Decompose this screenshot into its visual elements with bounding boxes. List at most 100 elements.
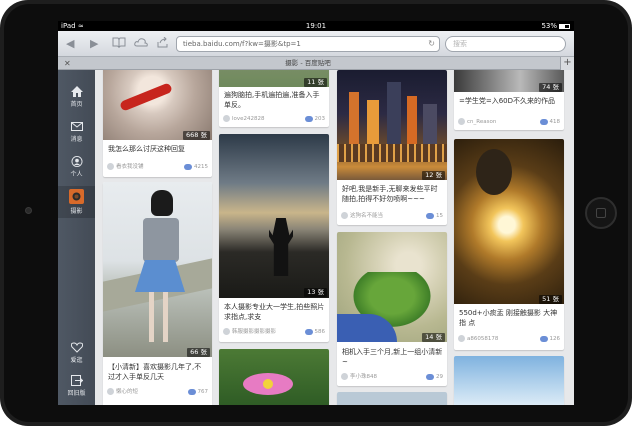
sidebar-item-messages[interactable]: 消息 [58, 121, 95, 143]
reply-count: 4215 [194, 164, 208, 170]
post-meta: 懒心的短 767 [107, 388, 208, 397]
share-icon[interactable] [156, 36, 169, 51]
clock: 19:01 [305, 22, 327, 30]
sidebar-item-label: 回旧版 [67, 390, 86, 397]
reply-icon [184, 163, 192, 170]
tab-title[interactable]: 摄影 - 百度贴吧 [58, 57, 558, 70]
reply-count: 203 [314, 116, 326, 122]
back-arrow-icon[interactable]: ◀ [66, 37, 74, 50]
bookmarks-icon[interactable] [112, 37, 126, 51]
sidebar-item-profile[interactable]: 个人 [58, 156, 95, 178]
post-photo [219, 349, 329, 405]
post-title: 550d+小痰盂 刚接触摄影 大神指 点 [459, 309, 558, 327]
photo-count-badge: 74 张 [539, 83, 562, 92]
sidebar-item-label: 爱逛 [70, 357, 83, 364]
post-card[interactable]: 12 张 好吧,我是新手,无聊来发些平时随拍,拍得不好勿喷啊~~~ 这狗名不能当… [337, 70, 447, 225]
post-card[interactable]: 51 张 550d+小痰盂 刚接触摄影 大神指 点 a86058178 126 [454, 139, 564, 350]
post-card[interactable] [454, 356, 564, 405]
post-meta: love242828 203 [223, 115, 325, 124]
reply-icon [539, 118, 548, 125]
post-meta: cn_Reason 418 [458, 118, 560, 127]
tab-bar: ✕ 摄影 - 百度贴吧 + [58, 57, 574, 70]
person-icon [71, 156, 82, 167]
post-photo [337, 232, 447, 342]
reply-count: 586 [314, 329, 326, 335]
home-icon [70, 86, 83, 97]
post-title: 我怎么那么讨厌这种回复 [108, 145, 185, 153]
post-title: 相机入手三个月,新上一组小清新~ [342, 348, 443, 366]
avatar [107, 388, 114, 395]
post-meta: 李小珠848 29 [341, 373, 443, 382]
post-author: 这狗名不能当 [350, 213, 384, 219]
post-card[interactable]: 13 张 本人摄影专业大一学生,拍些照片求指点,求支 韩服摄影摄影摄影 586 [219, 134, 329, 342]
mail-icon [70, 122, 83, 131]
reply-icon [426, 373, 434, 380]
sidebar-item-home[interactable]: 首页 [58, 86, 95, 108]
forum-avatar [69, 189, 84, 204]
new-tab-button[interactable]: + [560, 57, 574, 70]
post-photo [219, 134, 329, 298]
sidebar-item-photography[interactable]: 摄影 [58, 186, 95, 218]
camera-lens [25, 207, 32, 214]
sidebar-item-old-version[interactable]: 回旧版 [58, 375, 95, 397]
post-title: 本人摄影专业大一学生,拍些照片求指点,求支 [224, 303, 325, 321]
post-card[interactable] [219, 349, 329, 405]
photo-count-badge: 51 张 [539, 295, 562, 304]
post-card[interactable]: 66 张 【小清新】喜欢摄影几年了,不过才入手单反几天 懒心的短 767 [103, 182, 212, 405]
sidebar-item-label: 首页 [70, 101, 83, 108]
forward-arrow-icon[interactable]: ▶ [90, 37, 98, 50]
post-meta: 韩服摄影摄影摄影 586 [223, 328, 325, 337]
reply-count: 767 [197, 389, 209, 395]
post-title: 【小清新】喜欢摄影几年了,不过才入手单反几天 [108, 363, 202, 381]
browser-toolbar: ◀ ▶ tieba.baidu.com/f?kw=摄影&tp=1 ↻ 搜索 [58, 31, 574, 57]
post-meta: 看衣我没铺 4215 [107, 163, 208, 172]
photo-count-badge: 12 张 [422, 171, 445, 180]
post-meta: 这狗名不能当 15 [341, 212, 443, 221]
device-screen: iPad ≈ 19:01 53% ◀ ▶ tieba.baidu.com/f?k… [58, 21, 574, 405]
reload-icon[interactable]: ↻ [428, 37, 435, 51]
cloud-icon[interactable] [134, 37, 148, 51]
post-author: cn_Reason [467, 119, 497, 125]
reply-icon [426, 212, 434, 219]
sidebar-item-label: 消息 [70, 136, 83, 143]
post-photo [337, 392, 447, 405]
post-card[interactable]: 14 张 相机入手三个月,新上一组小清新~ 李小珠848 29 [337, 232, 447, 386]
post-card[interactable] [337, 392, 447, 405]
post-title: =学生党=入60D不久来的作品 [459, 97, 556, 105]
avatar [107, 163, 114, 170]
reply-icon [539, 335, 548, 342]
post-card[interactable]: 74 张 =学生党=入60D不久来的作品 cn_Reason 418 [454, 70, 564, 130]
post-photo [454, 356, 564, 405]
post-author: a86058178 [467, 336, 499, 342]
avatar [223, 328, 230, 335]
battery-icon [559, 23, 570, 29]
post-photo [103, 182, 212, 357]
reply-count: 418 [549, 119, 561, 125]
post-title: 好吧,我是新手,无聊来发些平时随拍,拍得不好勿喷啊~~~ [342, 185, 438, 203]
exit-icon [70, 375, 83, 386]
status-bar: iPad ≈ 19:01 53% [58, 21, 574, 31]
avatar [458, 335, 465, 342]
post-grid: 668 张 我怎么那么讨厌这种回复 看衣我没铺 4215 66 张 【小清新】喜… [95, 70, 574, 405]
sidebar-item-browse[interactable]: 爱逛 [58, 342, 95, 364]
reply-icon [304, 115, 313, 122]
post-author: 看衣我没铺 [116, 164, 144, 170]
home-button[interactable] [585, 197, 617, 229]
post-author: 懒心的短 [116, 389, 139, 395]
reply-icon [187, 388, 196, 395]
reply-icon [304, 328, 313, 335]
heart-icon [70, 342, 83, 353]
reply-count: 126 [549, 336, 561, 342]
search-input[interactable]: 搜索 [445, 36, 566, 52]
post-author: love242828 [232, 116, 265, 122]
url-input[interactable]: tieba.baidu.com/f?kw=摄影&tp=1 ↻ [176, 36, 440, 52]
post-card[interactable]: 11 张 遍狗脑拍,手机遍拍遍,准备入手单反。 love242828 203 [219, 70, 329, 127]
avatar [458, 118, 465, 125]
post-title: 遍狗脑拍,手机遍拍遍,准备入手单反。 [224, 91, 320, 109]
photo-count-badge: 13 张 [304, 288, 327, 297]
battery-percent: 53% [541, 22, 557, 30]
avatar [223, 115, 230, 122]
post-photo [454, 139, 564, 304]
post-card[interactable]: 668 张 我怎么那么讨厌这种回复 看衣我没铺 4215 [103, 70, 212, 177]
photo-count-badge: 66 张 [187, 348, 210, 357]
